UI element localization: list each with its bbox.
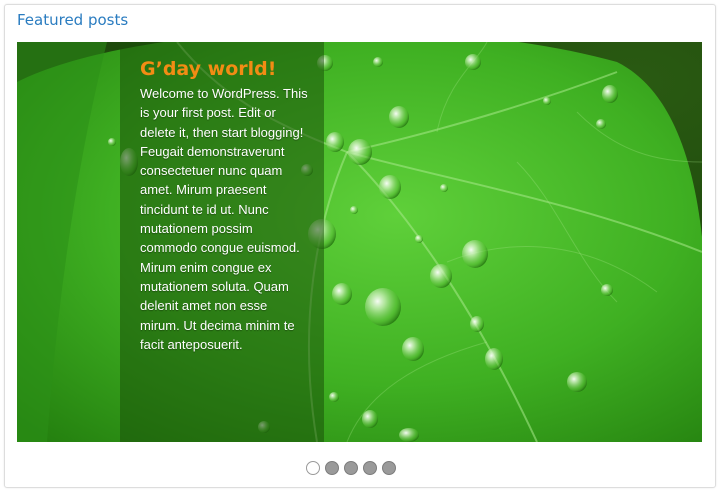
post-title-link[interactable]: G’day world! [140,58,310,80]
post-excerpt: Welcome to WordPress. This is your first… [140,86,308,352]
pager-dot-1[interactable] [306,461,320,475]
pager-dot-5[interactable] [382,461,396,475]
pager-dot-4[interactable] [363,461,377,475]
slide-caption: G’day world! Welcome to WordPress. This … [120,42,324,442]
widget-title: Featured posts [17,11,129,29]
featured-posts-widget: Featured posts G’day world! Welcome to W… [4,4,716,488]
slider-pager [306,461,396,477]
featured-slider[interactable]: G’day world! Welcome to WordPress. This … [17,42,702,442]
pager-dot-3[interactable] [344,461,358,475]
pager-dot-2[interactable] [325,461,339,475]
